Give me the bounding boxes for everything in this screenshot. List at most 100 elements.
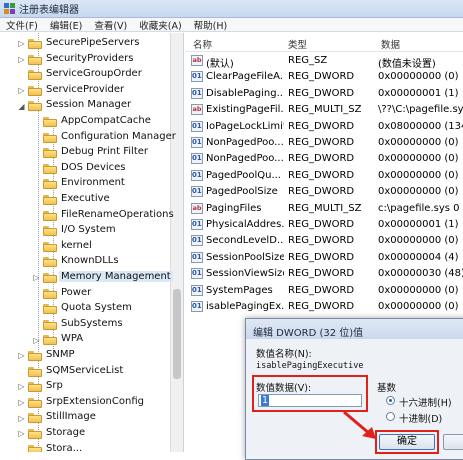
tree-item[interactable]: ▷ WPA	[0, 332, 170, 348]
dec-radio-label[interactable]: 十进制(D)	[399, 411, 442, 425]
table-row[interactable]: ab ExistingPageFil... REG_MULTI_SZ \??\C:\p…	[185, 102, 463, 118]
tree-item[interactable]: ServiceGroupOrder	[0, 67, 170, 83]
column-header-data[interactable]: 数据	[381, 37, 400, 51]
value-name: SecondLevelD...	[206, 235, 284, 247]
registry-tree[interactable]: ▷ SecurePipeServers ▷ SecurityProviders Serv…	[0, 33, 184, 452]
tree-item[interactable]: FileRenameOperations	[0, 208, 174, 224]
expand-arrow-icon[interactable]: ▷	[17, 414, 26, 423]
tree-item[interactable]: AppCompatCache	[0, 114, 170, 130]
menu-view[interactable]: 查看(V)	[94, 18, 127, 32]
tree-item[interactable]: DOS Devices	[0, 161, 170, 177]
value-data: (数值未设置)	[378, 59, 436, 70]
table-row[interactable]: 011SessionPoolSize REG_DWORD 0x00000004 (4…	[185, 250, 463, 266]
table-row[interactable]: 011PagedPoolSize REG_DWORD 0x00000000 (0)	[185, 184, 463, 200]
tree-scrollbar-thumb[interactable]	[173, 289, 181, 379]
tree-item-label: SecurityProviders	[46, 52, 134, 64]
table-row[interactable]: 011PagedPoolQu... REG_DWORD 0x00000000 (0)	[185, 168, 463, 184]
tree-item[interactable]: KnownDLLs	[0, 254, 170, 270]
tree-item[interactable]: ◢ Session Manager	[0, 98, 170, 114]
tree-scrollbar[interactable]	[170, 33, 183, 452]
collapse-arrow-icon[interactable]: ◢	[17, 102, 26, 111]
folder-icon	[43, 273, 57, 283]
value-type: REG_MULTI_SZ	[288, 202, 362, 214]
list-header: 名称 类型 数据	[185, 33, 463, 52]
expand-arrow-icon[interactable]: ▷	[17, 351, 26, 360]
table-row[interactable]: 011IoPageLockLimit REG_DWORD 0x08000000 (1…	[185, 119, 463, 135]
binary-value-icon: 011	[191, 169, 203, 181]
expand-arrow-icon[interactable]: ▷	[17, 429, 26, 438]
tree-item[interactable]: ▷ StillImage	[0, 410, 170, 426]
table-row[interactable]: 011NonPagedPoo... REG_DWORD 0x00000000 (0)	[185, 135, 463, 151]
value-type: REG_DWORD	[288, 153, 355, 165]
string-value-icon: ab	[191, 104, 203, 116]
folder-icon	[43, 179, 57, 190]
tree-item[interactable]: Executive	[0, 192, 170, 208]
binary-value-icon: 011	[191, 268, 203, 280]
table-row[interactable]: 011ClearPageFileA... REG_DWORD 0x00000000 …	[185, 69, 463, 85]
folder-icon	[43, 117, 57, 127]
cancel-button[interactable]	[443, 434, 463, 450]
tree-item[interactable]: ▷ SNMP	[0, 348, 170, 364]
tree-item-label: Storage	[46, 427, 86, 438]
table-row[interactable]: 011SecondLevelD... REG_DWORD 0x00000000 (0…	[185, 233, 463, 249]
tree-item[interactable]: Stora...	[0, 442, 170, 452]
tree-item-label: AppCompatCache	[61, 115, 151, 126]
expand-arrow-icon[interactable]: ▷	[17, 398, 26, 407]
tree-item[interactable]: Configuration Manager	[0, 130, 176, 146]
tree-item[interactable]: Quota System	[0, 301, 170, 317]
menu-edit[interactable]: 编辑(E)	[50, 18, 82, 32]
tree-item-label: SQMServiceList	[46, 364, 124, 376]
table-row[interactable]: ab (默认) REG_SZ (数值未设置)	[185, 53, 463, 70]
menu-file[interactable]: 文件(F)	[6, 18, 38, 32]
menu-favorites[interactable]: 收藏夹(A)	[139, 18, 181, 32]
tree-item[interactable]: ▷ SrpExtensionConfig	[0, 395, 170, 411]
value-type: REG_MULTI_SZ	[288, 104, 362, 116]
tree-item[interactable]: ▷ Srp	[0, 379, 170, 395]
tree-item-label: Configuration Manager	[61, 130, 176, 142]
tree-item[interactable]: Debug Print Filter	[0, 145, 170, 161]
table-row[interactable]: 011isablePagingEx... REG_DWORD 0x00000000 …	[185, 299, 463, 315]
dialog-title: 编辑 DWORD (32 位)值	[253, 328, 364, 339]
value-name: PagedPoolSize	[206, 186, 278, 198]
column-header-name[interactable]: 名称	[193, 37, 212, 51]
tree-item[interactable]: ▷ SecurePipeServers	[0, 36, 170, 52]
value-name: PagedPoolQu...	[206, 169, 281, 181]
value-data-text: 1	[261, 395, 270, 406]
tree-item[interactable]: Power	[0, 286, 170, 302]
value-data: 0x00000000 (0)	[378, 153, 459, 165]
string-value-icon: ab	[191, 55, 203, 66]
expand-arrow-icon[interactable]: ▷	[17, 86, 26, 95]
expand-arrow-icon[interactable]: ▷	[17, 382, 26, 391]
column-header-type[interactable]: 类型	[288, 37, 307, 51]
tree-item[interactable]: I/O System	[0, 223, 170, 239]
value-type: REG_DWORD	[288, 120, 355, 132]
table-row[interactable]: ab PagingFiles REG_MULTI_SZ c:\pagefile.sys…	[185, 201, 463, 217]
tree-item[interactable]: ▷ Memory Management	[0, 270, 173, 286]
expand-arrow-icon[interactable]: ▷	[17, 55, 26, 64]
table-row[interactable]: 011DisablePaging... REG_DWORD 0x00000001 (…	[185, 86, 463, 102]
value-data: 0x00000000 (0)	[378, 137, 459, 148]
table-row[interactable]: 011NonPagedPoo... REG_DWORD 0x00000000 (0)	[185, 151, 463, 167]
expand-arrow-icon[interactable]: ▷	[17, 39, 26, 48]
tree-item[interactable]: ▷ Storage	[0, 426, 170, 442]
tree-item[interactable]: Environment	[0, 176, 170, 192]
value-name: PhysicalAddres...	[206, 219, 284, 230]
tree-item[interactable]: ▷ ServiceProvider	[0, 83, 170, 99]
dec-radio[interactable]	[386, 412, 395, 421]
value-type: REG_DWORD	[288, 251, 355, 263]
tree-item[interactable]: kernel	[0, 239, 170, 255]
value-data-input[interactable]: 1	[258, 394, 362, 407]
menu-help[interactable]: 帮助(H)	[194, 18, 228, 32]
hex-radio[interactable]	[386, 396, 395, 405]
folder-icon	[28, 85, 42, 96]
expand-arrow-icon[interactable]: ▷	[32, 273, 41, 282]
tree-item[interactable]: SubSystems	[0, 317, 170, 333]
tree-item[interactable]: ▷ SecurityProviders	[0, 52, 170, 68]
hex-radio-label[interactable]: 十六进制(H)	[399, 395, 452, 409]
expand-arrow-icon[interactable]: ▷	[32, 336, 41, 345]
value-name: SessionPoolSize	[206, 251, 284, 263]
table-row[interactable]: 011PhysicalAddres... REG_DWORD 0x00000001 …	[185, 217, 463, 233]
table-row[interactable]: 011SystemPages REG_DWORD 0x00000000 (0)	[185, 283, 463, 299]
tree-item[interactable]: SQMServiceList	[0, 364, 170, 380]
table-row[interactable]: 011SessionViewSize REG_DWORD 0x00000030 (4…	[185, 266, 463, 282]
